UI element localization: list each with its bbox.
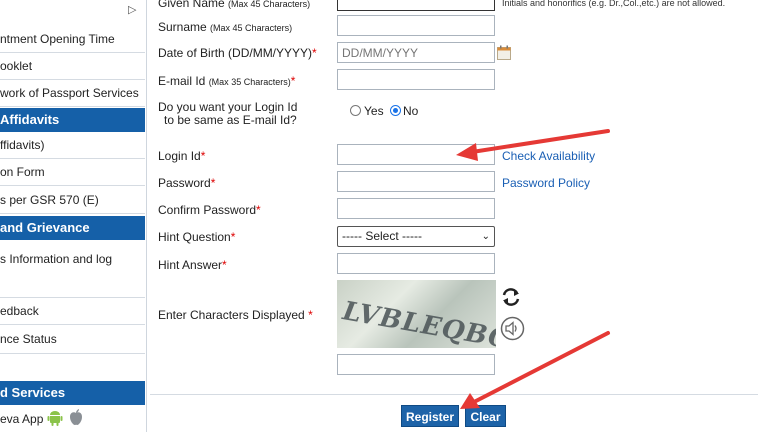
confirm-password-label: Confirm Password* <box>158 203 261 217</box>
email-input[interactable] <box>337 69 495 90</box>
surname-input[interactable] <box>337 15 495 36</box>
sidebar: ▷ ntment Opening Time ooklet work of Pas… <box>0 0 147 432</box>
password-label: Password* <box>158 176 216 190</box>
dob-input[interactable] <box>337 42 495 63</box>
login-id-input[interactable] <box>337 144 495 165</box>
hint-answer-label: Hint Answer* <box>158 258 227 272</box>
refresh-icon[interactable] <box>500 286 522 308</box>
radio-yes[interactable] <box>350 105 361 116</box>
speaker-icon[interactable] <box>500 316 525 341</box>
given-name-note: Initials and honorifics (e.g. Dr.,Col.,e… <box>502 0 726 8</box>
form-divider <box>150 394 758 395</box>
sidebar-item[interactable]: s Information and log <box>0 240 145 298</box>
surname-label: Surname (Max 45 Characters) <box>158 20 293 34</box>
captcha-text: LVBLEQBQ <box>340 296 496 348</box>
sidebar-item[interactable]: on Form <box>0 159 145 186</box>
sidebar-item[interactable]: work of Passport Services <box>0 80 145 107</box>
check-availability-link[interactable]: Check Availability <box>502 149 595 163</box>
login-id-label: Login Id* <box>158 149 206 163</box>
given-name-label: Given Name (Max 45 Characters) <box>158 0 311 10</box>
chevron-down-icon: ⌄ <box>481 231 490 242</box>
captcha-image: LVBLEQBQ <box>337 280 496 348</box>
sidebar-section-grievance: and Grievance <box>0 216 145 240</box>
apple-icon[interactable] <box>67 408 85 427</box>
email-label: E-mail Id (Max 35 Characters)* <box>158 74 296 88</box>
password-policy-link[interactable]: Password Policy <box>502 176 590 190</box>
same-login-question: Do you want your Login Id to be same as … <box>158 100 298 127</box>
sidebar-item[interactable]: s per GSR 570 (E) <box>0 186 145 214</box>
sidebar-item[interactable]: ffidavits) <box>0 132 145 159</box>
sidebar-section-services: d Services <box>0 381 145 405</box>
android-icon[interactable] <box>46 409 64 427</box>
sidebar-item[interactable]: nce Status <box>0 325 145 354</box>
yes-label[interactable]: Yes <box>364 104 384 118</box>
no-label[interactable]: No <box>403 104 418 118</box>
sidebar-item[interactable]: ntment Opening Time <box>0 27 145 53</box>
sidebar-section-affidavits: Affidavits <box>0 108 145 132</box>
sidebar-item[interactable]: edback <box>0 298 145 325</box>
captcha-input[interactable] <box>337 354 495 375</box>
hint-answer-input[interactable] <box>337 253 495 274</box>
register-button[interactable]: Register <box>401 405 459 427</box>
sidebar-item[interactable]: ooklet <box>0 53 145 80</box>
captcha-label: Enter Characters Displayed * <box>158 308 313 322</box>
dob-label: Date of Birth (DD/MM/YYYY)* <box>158 46 317 60</box>
sidebar-item-app[interactable]: eva App <box>0 405 145 432</box>
clear-button[interactable]: Clear <box>465 405 506 427</box>
hint-question-select[interactable]: ----- Select ----- ⌄ <box>337 226 495 247</box>
hint-question-label: Hint Question* <box>158 230 236 244</box>
calendar-icon[interactable] <box>497 45 511 60</box>
given-name-input[interactable] <box>337 0 495 11</box>
password-input[interactable] <box>337 171 495 192</box>
triangle-right-icon[interactable]: ▷ <box>128 3 136 16</box>
radio-no[interactable] <box>390 105 401 116</box>
confirm-password-input[interactable] <box>337 198 495 219</box>
